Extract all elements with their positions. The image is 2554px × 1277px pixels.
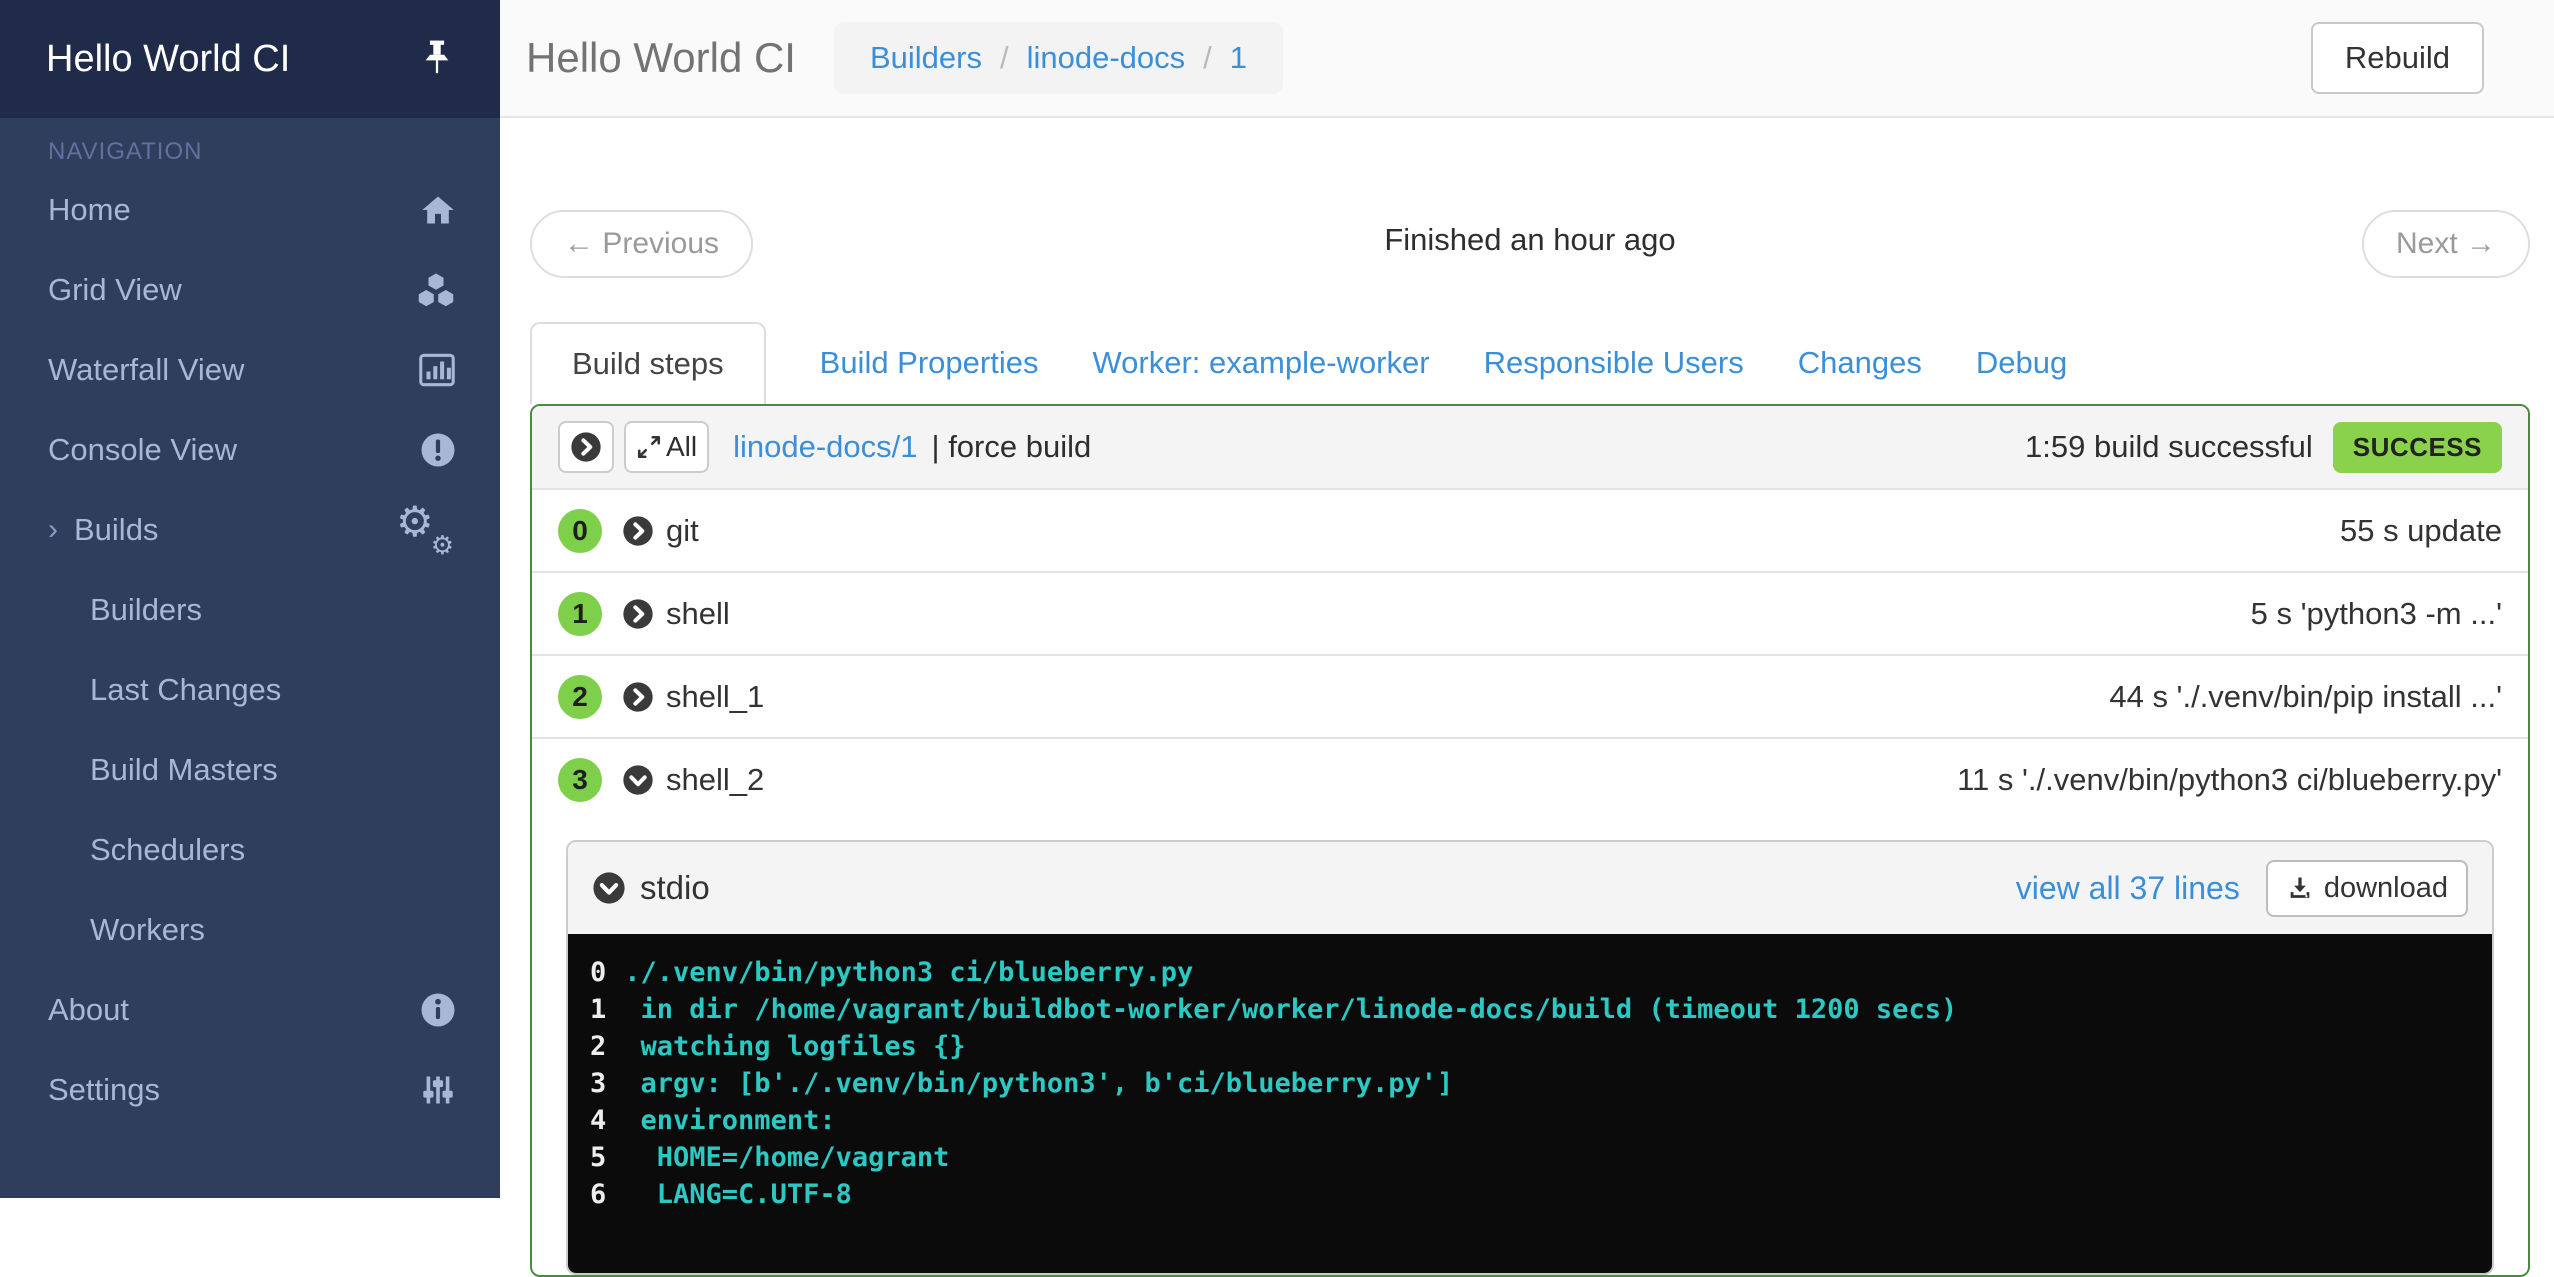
- breadcrumb-separator: /: [1000, 40, 1009, 76]
- step-detail: 11 s './.venv/bin/python3 ci/blueberry.p…: [1957, 762, 2502, 798]
- sidebar-item-build-masters[interactable]: Build Masters: [0, 730, 500, 810]
- chevron-circle-right-icon: [570, 431, 602, 463]
- collapse-toggle-button[interactable]: [558, 421, 614, 473]
- nav-heading: NAVIGATION: [0, 118, 500, 170]
- step-name: shell: [666, 596, 730, 632]
- sidebar-item-grid-view[interactable]: Grid View: [0, 250, 500, 330]
- sliders-icon: [420, 1072, 456, 1108]
- step-name: shell_1: [666, 679, 764, 715]
- log-line: 2 watching logfiles {}: [568, 1028, 2492, 1065]
- log-line: 4 environment:: [568, 1102, 2492, 1139]
- sidebar-item-console-view[interactable]: Console View: [0, 410, 500, 490]
- rebuild-button[interactable]: Rebuild: [2311, 22, 2484, 94]
- build-tabs: Build steps Build Properties Worker: exa…: [530, 322, 2530, 404]
- log-line: 1 in dir /home/vagrant/buildbot-worker/w…: [568, 991, 2492, 1028]
- log-line: 6 LANG=C.UTF-8: [568, 1176, 2492, 1213]
- chevron-circle-right-icon: [622, 681, 654, 713]
- build-summary-header: All linode-docs/1 | force build 1:59 bui…: [532, 406, 2528, 488]
- log-line: 5 HOME=/home/vagrant: [568, 1139, 2492, 1176]
- chevron-circle-down-icon: [622, 764, 654, 796]
- main-area: Hello World CI Builders / linode-docs / …: [500, 0, 2554, 1198]
- build-duration-status: 1:59 build successful: [2025, 429, 2313, 465]
- tab-changes[interactable]: Changes: [1798, 345, 1922, 381]
- stdio-title: stdio: [640, 869, 710, 907]
- view-all-lines-link[interactable]: view all 37 lines: [2016, 870, 2240, 907]
- step-row-git[interactable]: 0 git 55 s update: [532, 488, 2528, 571]
- step-name: shell_2: [666, 762, 764, 798]
- step-number-badge: 1: [558, 592, 602, 636]
- chevron-circle-right-icon: [622, 515, 654, 547]
- step-detail: 44 s './.venv/bin/pip install ...': [2109, 679, 2502, 715]
- build-reason: | force build: [932, 429, 1092, 465]
- success-badge: SUCCESS: [2333, 422, 2502, 473]
- info-circle-icon: [420, 992, 456, 1028]
- tab-debug[interactable]: Debug: [1976, 345, 2067, 381]
- tab-responsible-users[interactable]: Responsible Users: [1484, 345, 1744, 381]
- sidebar-item-about[interactable]: About: [0, 970, 500, 1050]
- stdio-log-panel: stdio view all 37 lines download 0./.ven…: [566, 840, 2494, 1275]
- breadcrumb-builder-name[interactable]: linode-docs: [1027, 40, 1186, 76]
- bar-chart-icon: [418, 353, 456, 387]
- breadcrumb: Builders / linode-docs / 1: [834, 22, 1283, 94]
- build-pager: ← Previous Finished an hour ago Next →: [530, 210, 2530, 280]
- stdio-terminal: 0./.venv/bin/python3 ci/blueberry.py 1 i…: [568, 934, 2492, 1273]
- builder-build-link[interactable]: linode-docs/1: [733, 429, 917, 465]
- expand-arrows-icon: [636, 434, 662, 460]
- step-number-badge: 2: [558, 675, 602, 719]
- sidebar-item-schedulers[interactable]: Schedulers: [0, 810, 500, 890]
- app-title[interactable]: Hello World CI: [46, 38, 290, 81]
- top-header: Hello World CI Builders / linode-docs / …: [500, 0, 2554, 118]
- gears-icon: ⚙⚙: [396, 505, 456, 555]
- breadcrumb-separator: /: [1203, 40, 1212, 76]
- step-row-shell-2[interactable]: 3 shell_2 11 s './.venv/bin/python3 ci/b…: [532, 737, 2528, 820]
- stdio-header: stdio view all 37 lines download: [568, 842, 2492, 934]
- sidebar-item-waterfall-view[interactable]: Waterfall View: [0, 330, 500, 410]
- sidebar-item-home[interactable]: Home: [0, 170, 500, 250]
- chevron-circle-right-icon: [622, 598, 654, 630]
- cubes-icon: [416, 272, 456, 308]
- breadcrumb-build-number[interactable]: 1: [1230, 40, 1247, 76]
- step-detail: 5 s 'python3 -m ...': [2251, 596, 2502, 632]
- log-line: 0./.venv/bin/python3 ci/blueberry.py: [568, 954, 2492, 991]
- tab-build-steps[interactable]: Build steps: [530, 322, 766, 404]
- pin-sidebar-button[interactable]: [420, 39, 454, 79]
- expand-all-button[interactable]: All: [624, 421, 709, 473]
- pin-icon: [420, 39, 454, 79]
- chevron-right-icon: ›: [48, 513, 58, 547]
- download-icon: [2286, 874, 2314, 902]
- breadcrumb-builders[interactable]: Builders: [870, 40, 982, 76]
- step-number-badge: 0: [558, 509, 602, 553]
- home-icon: [420, 192, 456, 228]
- step-name: git: [666, 513, 699, 549]
- tab-worker[interactable]: Worker: example-worker: [1092, 345, 1429, 381]
- tab-build-properties[interactable]: Build Properties: [820, 345, 1039, 381]
- page-title: Hello World CI: [526, 34, 796, 82]
- chevron-circle-down-icon[interactable]: [592, 871, 626, 905]
- build-finished-status: Finished an hour ago: [530, 222, 2530, 258]
- sidebar-header: Hello World CI: [0, 0, 500, 118]
- sidebar: Hello World CI NAVIGATION Home Grid View: [0, 0, 500, 1198]
- build-summary-panel: All linode-docs/1 | force build 1:59 bui…: [530, 404, 2530, 1277]
- sidebar-item-last-changes[interactable]: Last Changes: [0, 650, 500, 730]
- log-line: 3 argv: [b'./.venv/bin/python3', b'ci/bl…: [568, 1065, 2492, 1102]
- sidebar-item-builds[interactable]: › Builds ⚙⚙: [0, 490, 500, 570]
- sidebar-item-settings[interactable]: Settings: [0, 1050, 500, 1130]
- step-row-shell-1[interactable]: 2 shell_1 44 s './.venv/bin/pip install …: [532, 654, 2528, 737]
- step-detail: 55 s update: [2340, 513, 2502, 549]
- download-log-button[interactable]: download: [2266, 860, 2468, 917]
- exclamation-circle-icon: [420, 432, 456, 468]
- sidebar-item-workers[interactable]: Workers: [0, 890, 500, 970]
- step-number-badge: 3: [558, 758, 602, 802]
- step-row-shell[interactable]: 1 shell 5 s 'python3 -m ...': [532, 571, 2528, 654]
- sidebar-item-builders[interactable]: Builders: [0, 570, 500, 650]
- next-build-button[interactable]: Next →: [2362, 210, 2530, 278]
